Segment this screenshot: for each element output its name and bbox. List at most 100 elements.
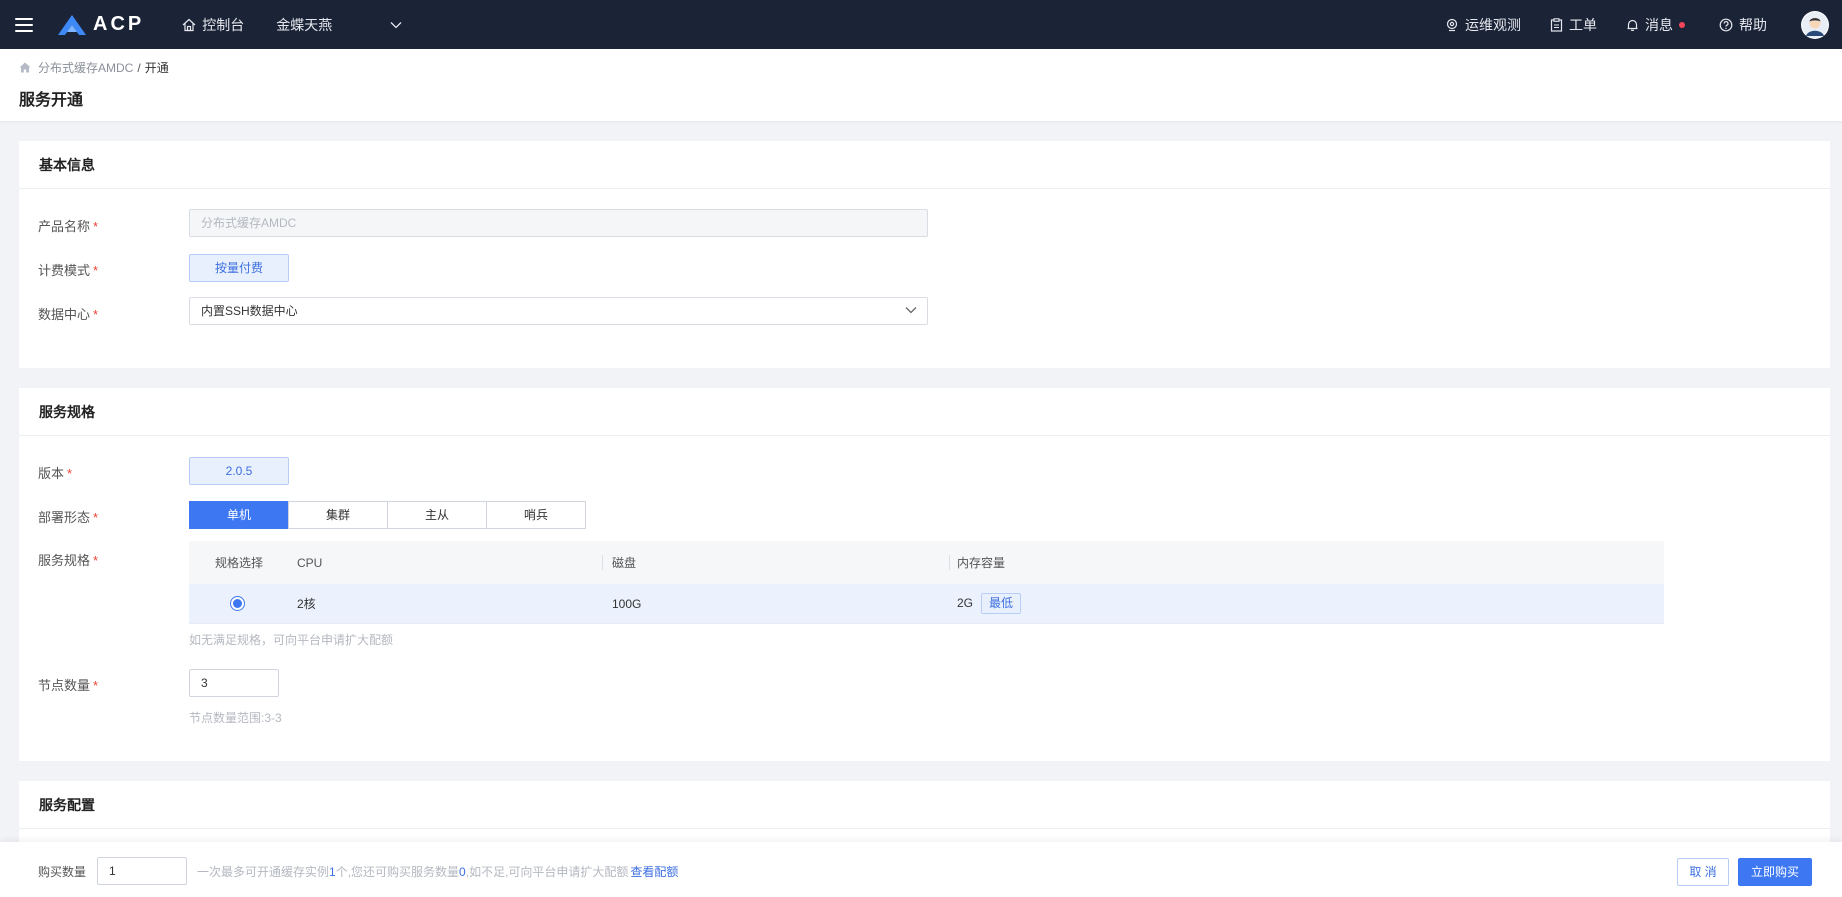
location-eye-icon	[1446, 18, 1458, 31]
radio-selected-icon	[230, 596, 245, 611]
deploy-sentinel-button[interactable]: 哨兵	[486, 501, 586, 529]
tenant-label: 金蝶天燕	[276, 16, 333, 33]
column-divider	[602, 555, 603, 570]
node-count-label-text: 节点数量	[38, 678, 91, 693]
logo[interactable]: ACP	[57, 13, 144, 36]
required-mark: *	[93, 219, 99, 234]
clipboard-icon	[1550, 17, 1563, 32]
required-mark: *	[67, 466, 73, 481]
home-icon	[182, 18, 196, 31]
ticket-link[interactable]: 工单	[1550, 15, 1597, 35]
chevron-down-icon	[905, 307, 917, 314]
datacenter-select-value: 内置SSH数据中心	[201, 304, 298, 318]
column-divider	[949, 555, 950, 570]
required-mark: *	[93, 553, 99, 568]
spec-label: 服务规格 *	[38, 550, 98, 569]
billing-pay-as-you-go-button[interactable]: 按量付费	[189, 254, 289, 282]
col-header-disk: 磁盘	[612, 556, 637, 570]
datacenter-select[interactable]: 内置SSH数据中心	[189, 297, 928, 325]
spec-table: 规格选择 CPU 磁盘 内存容量 2核 100G 2G 最低	[189, 541, 1664, 624]
purchase-qty-input[interactable]: 1	[97, 857, 187, 885]
help-icon	[1719, 18, 1733, 31]
basic-info-title: 基本信息	[19, 141, 1830, 189]
node-count-hint: 节点数量范围:3-3	[189, 711, 282, 725]
view-quota-link[interactable]: 查看配额	[630, 865, 678, 879]
table-row[interactable]: 2核 100G 2G 最低	[189, 584, 1664, 624]
deploy-master-slave-button[interactable]: 主从	[387, 501, 487, 529]
logo-mark-icon	[58, 14, 86, 35]
hint-suffix: ,如不足,可向平台申请扩大配额	[465, 865, 629, 879]
breadcrumb: 分布式缓存AMDC / 开通	[19, 59, 169, 76]
datacenter-label-text: 数据中心	[38, 307, 91, 322]
logo-text: ACP	[93, 13, 145, 35]
deploy-standalone-button[interactable]: 单机	[189, 501, 289, 529]
breadcrumb-current: 开通	[144, 61, 169, 75]
cell-disk: 100G	[612, 596, 642, 611]
breadcrumb-separator: /	[137, 60, 141, 75]
menu-icon[interactable]	[15, 17, 33, 32]
version-label-text: 版本	[38, 466, 65, 481]
deploy-cluster-button[interactable]: 集群	[288, 501, 388, 529]
node-count-input[interactable]: 3	[189, 669, 279, 697]
user-avatar[interactable]	[1801, 10, 1829, 39]
messages-link[interactable]: 消息	[1626, 15, 1685, 35]
cell-cpu: 2核	[297, 597, 316, 611]
cancel-button[interactable]: 取 消	[1677, 858, 1729, 886]
messages-label: 消息	[1645, 16, 1673, 33]
version-button[interactable]: 2.0.5	[189, 457, 289, 485]
page-header: 分布式缓存AMDC / 开通 服务开通	[0, 49, 1842, 121]
deploy-label: 部署形态 *	[38, 507, 98, 526]
help-label: 帮助	[1739, 16, 1767, 33]
deploy-mode-segmented: 单机 集群 主从 哨兵	[189, 501, 586, 529]
ops-observe-link[interactable]: 运维观测	[1445, 15, 1521, 35]
deploy-label-text: 部署形态	[38, 510, 91, 525]
chevron-down-icon	[390, 21, 402, 28]
home-icon[interactable]	[19, 62, 31, 73]
billing-label-text: 计费模式	[38, 263, 91, 278]
billing-label: 计费模式 *	[38, 260, 98, 279]
ticket-label: 工单	[1569, 16, 1597, 33]
node-count-label: 节点数量 *	[38, 675, 98, 694]
hint-remaining: 0	[459, 865, 466, 879]
top-navbar: ACP 控制台 金蝶天燕 运维观测 工单 消息 帮助	[0, 0, 1842, 49]
bell-icon	[1627, 19, 1638, 31]
product-name-label: 产品名称 *	[38, 216, 98, 235]
min-badge: 最低	[981, 593, 1022, 614]
cell-memory: 2G 最低	[957, 593, 1022, 614]
service-spec-title: 服务规格	[19, 388, 1830, 436]
tenant-selector[interactable]: 金蝶天燕	[276, 15, 402, 35]
hint-max: 1	[329, 865, 336, 879]
spec-label-text: 服务规格	[38, 553, 91, 568]
product-name-label-text: 产品名称	[38, 219, 91, 234]
spec-table-header: 规格选择 CPU 磁盘 内存容量	[189, 541, 1664, 584]
required-mark: *	[93, 510, 99, 525]
purchase-qty-label: 购买数量	[38, 865, 87, 879]
col-header-select: 规格选择	[215, 556, 264, 570]
col-header-cpu: CPU	[297, 555, 323, 570]
datacenter-label: 数据中心 *	[38, 304, 98, 323]
notification-dot	[1679, 21, 1685, 28]
service-spec-card: 服务规格 版本 * 2.0.5 部署形态 * 单机 集群 主从 哨兵 服务规格 * 规…	[19, 388, 1830, 761]
breadcrumb-parent-link[interactable]: 分布式缓存AMDC	[38, 59, 133, 76]
nav-console-link[interactable]: 控制台	[182, 15, 244, 35]
required-mark: *	[93, 307, 99, 322]
version-label: 版本 *	[38, 463, 72, 482]
required-mark: *	[93, 263, 99, 278]
user-avatar-icon	[1802, 11, 1828, 38]
buy-now-button[interactable]: 立即购买	[1738, 858, 1812, 886]
required-mark: *	[93, 678, 99, 693]
spec-hint: 如无满足规格，可向平台申请扩大配额	[189, 633, 394, 647]
hint-mid: 个,您还可购买服务数量	[335, 865, 460, 879]
purchase-hint: 一次最多可开通缓存实例1个,您还可购买服务数量0,如不足,可向平台申请扩大配额查…	[197, 863, 678, 880]
col-header-memory: 内存容量	[957, 556, 1006, 570]
help-link[interactable]: 帮助	[1719, 15, 1767, 35]
cell-memory-value: 2G	[957, 596, 974, 610]
nav-console-label: 控制台	[202, 16, 245, 33]
purchase-bar: 购买数量 1 一次最多可开通缓存实例1个,您还可购买服务数量0,如不足,可向平台…	[0, 842, 1842, 897]
ops-observe-label: 运维观测	[1465, 16, 1521, 33]
spec-radio[interactable]	[230, 596, 245, 611]
service-config-title: 服务配置	[19, 781, 1830, 829]
page-title: 服务开通	[19, 92, 84, 109]
basic-info-card: 基本信息 产品名称 * 分布式缓存AMDC 计费模式 * 按量付费 数据中心 * 内置…	[19, 141, 1830, 368]
hint-prefix: 一次最多可开通缓存实例	[197, 865, 330, 879]
